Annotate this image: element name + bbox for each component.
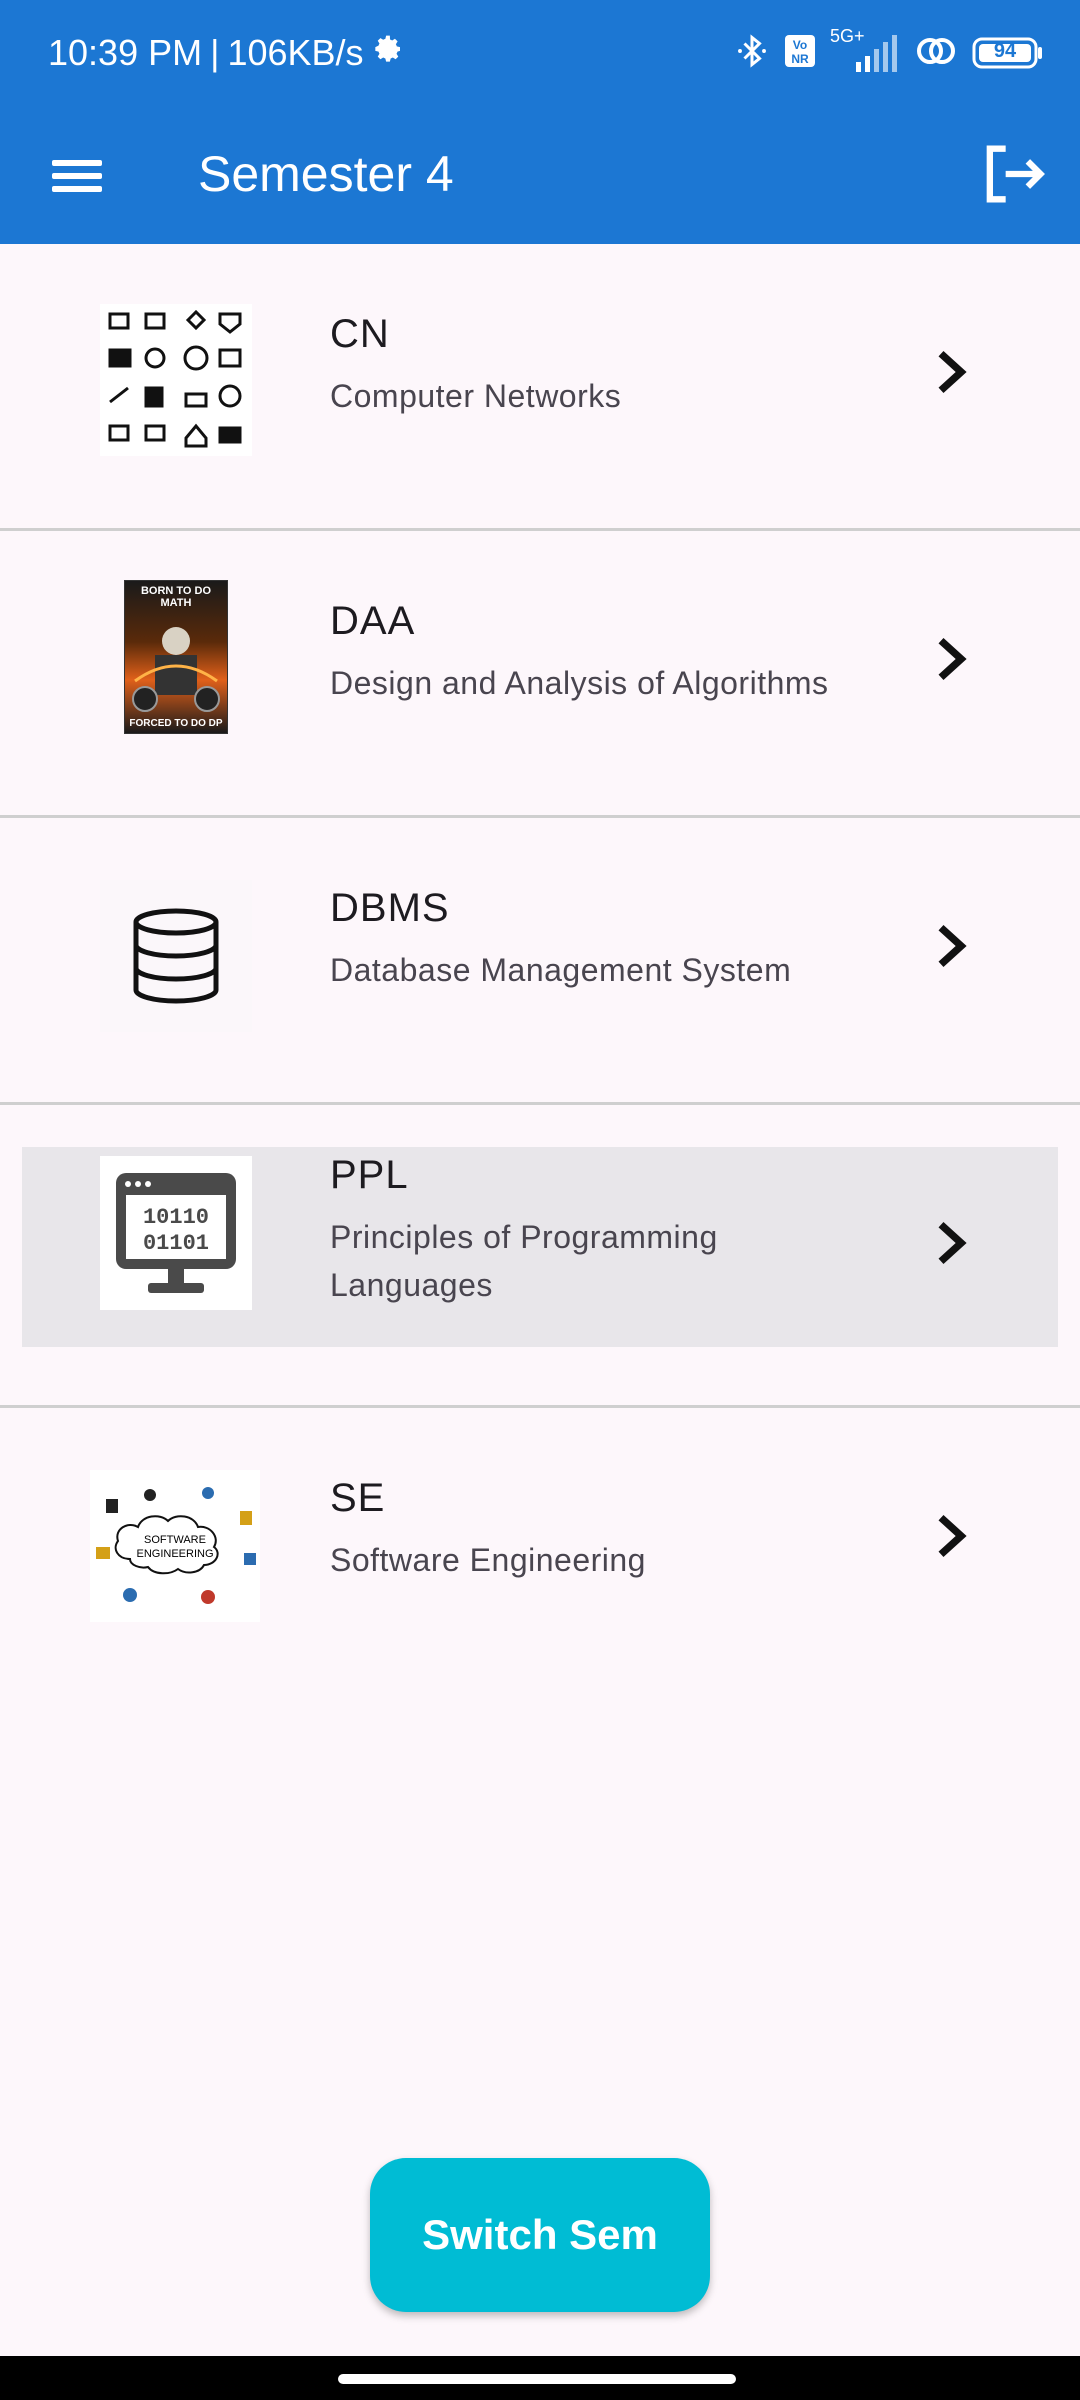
status-bar: 10:39 PM | 106KB/s Vo NR 5G+ 94 — [0, 0, 1080, 106]
subject-row-dbms[interactable]: DBMS Database Management System — [0, 818, 1080, 1105]
hamburger-menu-icon — [52, 160, 102, 166]
cloud-text-2: ENGINEERING — [136, 1548, 213, 1560]
dbms-thumbnail — [100, 880, 252, 1032]
status-time: 10:39 PM — [48, 32, 203, 73]
subject-code: DAA — [330, 599, 416, 643]
battery-icon: 94 — [972, 36, 1044, 70]
status-left: 10:39 PM | 106KB/s — [48, 28, 404, 78]
subject-code: DBMS — [330, 886, 450, 930]
subject-row-cn[interactable]: CN Computer Networks — [0, 244, 1080, 531]
signal-icon: 5G+ — [830, 26, 900, 76]
page-title: Semester 4 — [198, 146, 454, 202]
se-thumbnail: SOFTWARE ENGINEERING — [90, 1470, 260, 1622]
status-right: Vo NR 5G+ 94 — [734, 26, 1044, 76]
svg-text:NR: NR — [791, 52, 809, 66]
software-engineering-cloud: SOFTWARE ENGINEERING — [96, 1487, 256, 1604]
subject-row-ppl[interactable]: 10110 01101 PPL Principles of Programmin… — [0, 1105, 1080, 1408]
vonr-icon: Vo NR — [784, 34, 816, 73]
link-icon — [914, 31, 958, 76]
menu-button[interactable] — [40, 140, 112, 212]
home-indicator[interactable] — [338, 2374, 736, 2384]
gear-icon — [372, 28, 404, 78]
status-speed: 106KB/s — [227, 32, 364, 73]
battery-level: 94 — [993, 40, 1017, 62]
poster-bottom-text: FORCED TO DO DP — [129, 718, 223, 729]
chevron-right-icon — [938, 637, 967, 681]
subject-name: Principles of Programming Languages — [330, 1219, 718, 1303]
switch-sem-button[interactable]: Switch Sem — [370, 2158, 710, 2312]
chevron-right-icon — [938, 1221, 967, 1265]
app-bar: Semester 4 — [0, 106, 1080, 244]
status-separator: | — [210, 32, 220, 73]
subject-row-daa[interactable]: BORN TO DO MATH FORCED TO DO DP DAA Desi… — [0, 531, 1080, 818]
bluetooth-icon — [734, 31, 770, 76]
cloud-text-1: SOFTWARE — [144, 1534, 206, 1546]
database-icon — [133, 908, 219, 1004]
chevron-right-icon — [938, 350, 967, 394]
subject-name: Database Management System — [330, 952, 792, 988]
subject-code: CN — [330, 312, 390, 356]
logout-button[interactable] — [974, 136, 1050, 212]
subject-name: Computer Networks — [330, 378, 622, 414]
svg-text:Vo: Vo — [793, 38, 807, 52]
chevron-right-icon — [938, 1514, 967, 1558]
subject-name: Software Engineering — [330, 1542, 646, 1578]
subject-row-se[interactable]: SOFTWARE ENGINEERING SE Software Enginee… — [0, 1408, 1080, 1692]
logout-icon — [986, 145, 1045, 203]
cn-thumbnail — [100, 304, 252, 456]
binary-bottom: 01101 — [143, 1231, 209, 1256]
poster-image: BORN TO DO MATH FORCED TO DO DP — [124, 580, 228, 734]
hamburger-line — [52, 173, 102, 179]
subject-code: PPL — [330, 1153, 409, 1197]
binary-monitor-icon: 10110 01101 — [116, 1173, 236, 1293]
subject-name: Design and Analysis of Algorithms — [330, 665, 829, 701]
navigation-bar — [0, 2356, 1080, 2400]
subject-code: SE — [330, 1476, 386, 1520]
ppl-thumbnail: 10110 01101 — [100, 1156, 252, 1310]
chevron-right-icon — [938, 924, 967, 968]
hamburger-line — [52, 186, 102, 192]
daa-thumbnail: BORN TO DO MATH FORCED TO DO DP — [100, 580, 252, 734]
binary-top: 10110 — [143, 1205, 209, 1230]
